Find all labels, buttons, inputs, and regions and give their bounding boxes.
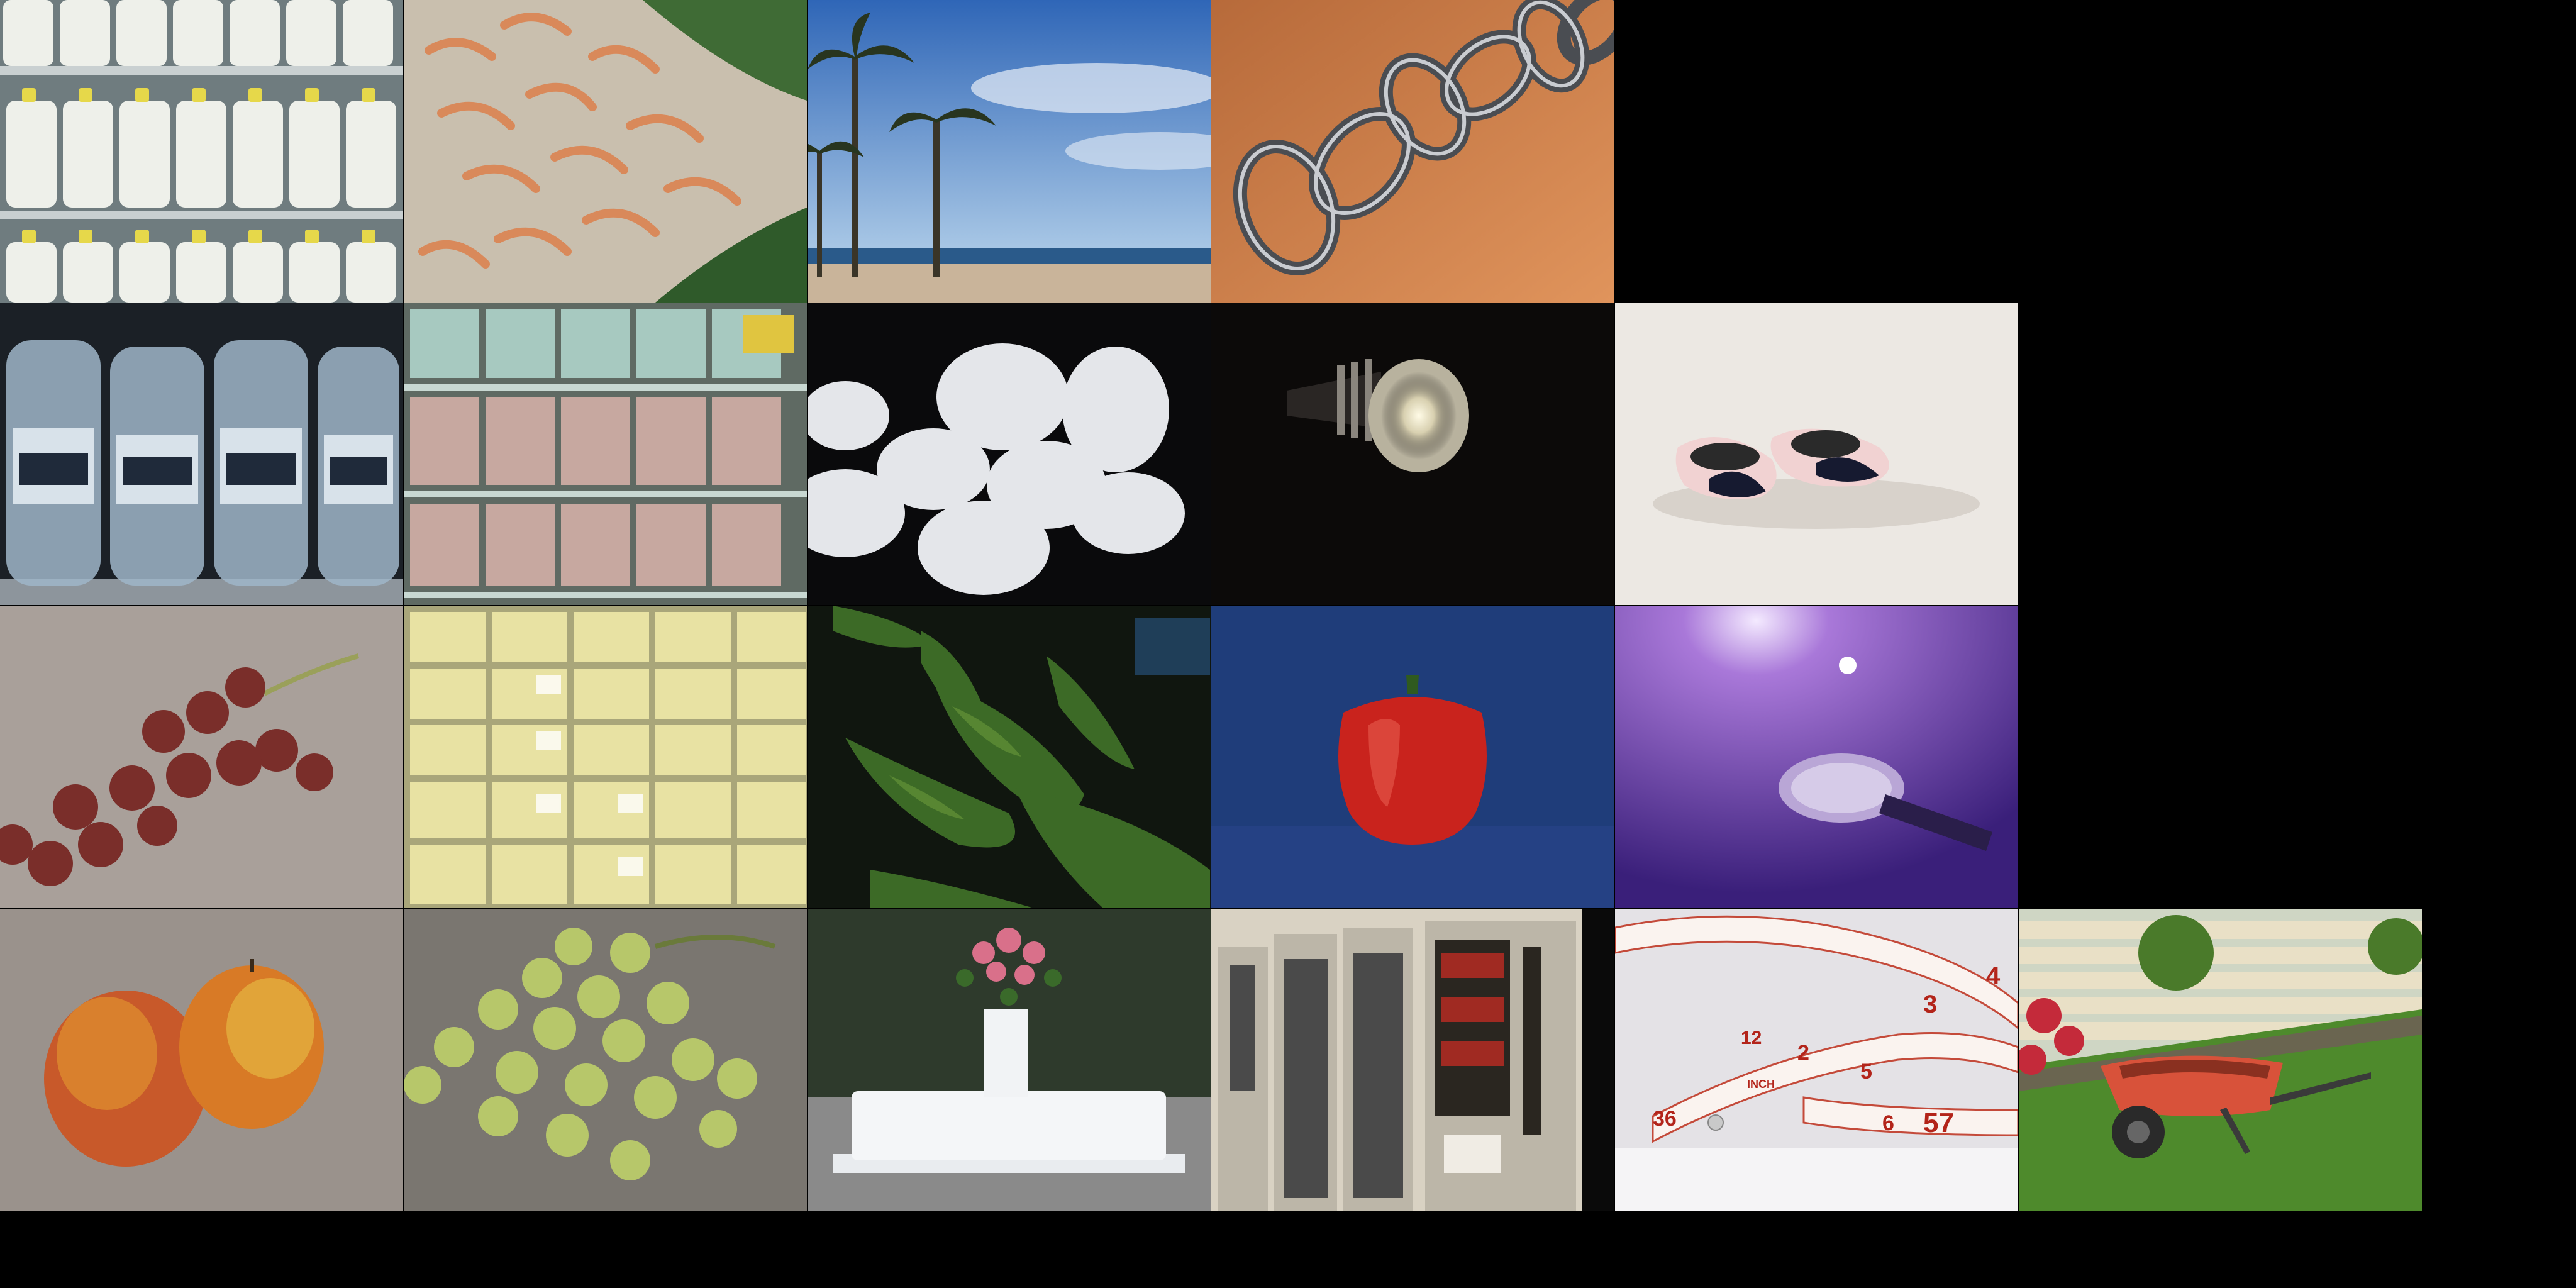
tape-mark-12: 12: [1741, 1028, 1762, 1048]
tile-slippers: [1615, 303, 2018, 605]
tile-eggs: [808, 303, 1211, 605]
tile-spotlight: [1211, 303, 1614, 605]
tape-mark-6: 6: [1882, 1111, 1894, 1135]
tile-wheelbarrow: [2019, 909, 2422, 1211]
tape-mark-5: 5: [1860, 1060, 1872, 1084]
tile-palm-beach: [808, 0, 1211, 303]
tile-peaches: [0, 909, 403, 1211]
tile-microphone: [1615, 606, 2018, 908]
tape-mark-2: 2: [1797, 1041, 1809, 1065]
tape-mark-4: 4: [1986, 962, 2001, 990]
tile-water-bottles: [0, 303, 403, 605]
tile-chain: [1211, 0, 1614, 303]
tile-green-grapes: [404, 909, 807, 1211]
tile-vending-machines: [1211, 909, 1614, 1211]
tile-shrimp: [404, 0, 807, 303]
tape-mark-3: 3: [1923, 991, 1937, 1018]
tile-red-grapes: [0, 606, 403, 908]
image-mosaic: 12 2 3 4 36 INCH 5 6 57: [0, 0, 2576, 1288]
tile-green-peppers: [808, 606, 1211, 908]
tape-mark-57: 57: [1923, 1108, 1954, 1138]
tape-mark-inch: INCH: [1747, 1078, 1775, 1091]
tile-wedding-cake: [808, 909, 1211, 1211]
tile-tape-measure: 12 2 3 4 36 INCH 5 6 57: [1615, 909, 2018, 1211]
tile-cheese: [404, 606, 807, 908]
tile-egg-cartons: [404, 303, 807, 605]
tape-mark-36: 36: [1653, 1107, 1677, 1131]
tile-red-pepper: [1211, 606, 1614, 908]
tile-milk-jugs: [0, 0, 403, 303]
